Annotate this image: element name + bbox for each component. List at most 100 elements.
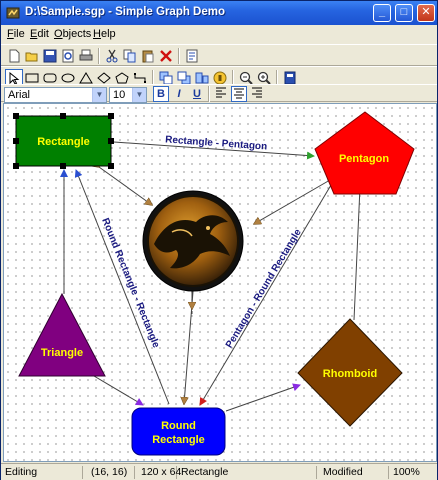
link-rectangle-image[interactable] <box>99 167 152 205</box>
toolbar-separator <box>178 48 180 64</box>
menu-objects[interactable]: Objects <box>54 28 91 40</box>
cut-button[interactable] <box>103 47 121 65</box>
link-connector-icon <box>134 73 146 83</box>
node-rhomboid[interactable]: Rhomboid <box>297 318 403 427</box>
italic-icon: I <box>177 88 181 100</box>
pentagon-shape-icon <box>115 72 129 84</box>
maximize-button[interactable]: □ <box>395 4 413 22</box>
new-file-icon <box>9 49 20 63</box>
save-button[interactable] <box>41 47 59 65</box>
minimize-icon: _ <box>378 6 386 18</box>
node-pentagon-label: Pentagon <box>339 153 389 165</box>
title-bar[interactable]: D:\Sample.sgp - Simple Graph Demo _ □ ✕ <box>1 1 437 25</box>
app-window: D:\Sample.sgp - Simple Graph Demo _ □ ✕ … <box>0 0 438 480</box>
chevron-down-icon[interactable]: ▼ <box>92 88 106 102</box>
standard-toolbar <box>1 44 437 66</box>
print-preview-icon <box>62 49 74 63</box>
status-shape: Rectangle <box>177 466 317 479</box>
copy-icon <box>123 49 136 63</box>
node-image[interactable] <box>142 190 244 292</box>
link-triangle-roundrect[interactable] <box>93 375 144 406</box>
triangle-shape-icon <box>79 72 93 84</box>
node-rhomboid-label: Rhomboid <box>323 368 377 380</box>
properties-icon <box>186 49 198 63</box>
status-mode: Editing <box>1 466 83 479</box>
scissors-icon <box>106 49 118 63</box>
font-name-value: Arial <box>8 89 31 101</box>
toolbar-separator <box>208 86 210 102</box>
bring-front-icon <box>159 71 173 85</box>
send-back-icon <box>177 71 191 85</box>
font-size-value: 10 <box>113 89 126 101</box>
node-triangle-label: Triangle <box>41 347 83 359</box>
align-left-icon <box>216 87 226 98</box>
align-icon <box>195 72 209 84</box>
zoom-out-icon <box>239 71 253 85</box>
app-icon <box>6 7 20 19</box>
toolbar-separator <box>98 48 100 64</box>
status-position: (16, 16) <box>87 466 135 479</box>
status-bar: Editing (16, 16) 120 x 64 Rectangle Modi… <box>1 463 437 480</box>
node-triangle[interactable]: Triangle <box>18 292 106 377</box>
paste-button[interactable] <box>139 47 157 65</box>
italic-button[interactable]: I <box>171 86 187 102</box>
font-name-select[interactable]: Arial ▼ <box>4 87 107 103</box>
ellipse-shape-icon <box>61 73 75 83</box>
copy-button[interactable] <box>121 47 139 65</box>
delete-button[interactable] <box>157 47 175 65</box>
bold-button[interactable]: B <box>153 86 169 102</box>
close-icon: ✕ <box>421 6 431 18</box>
rectangle-shape-icon <box>25 73 39 83</box>
node-rectangle[interactable]: Rectangle <box>13 113 114 169</box>
paste-icon <box>142 50 154 63</box>
underline-button[interactable]: U <box>189 86 205 102</box>
close-button[interactable]: ✕ <box>417 4 435 22</box>
link-rhomboid-pentagon[interactable] <box>353 186 364 321</box>
status-state: Modified <box>319 466 389 479</box>
node-round-rectangle-label-1: Round <box>161 420 196 432</box>
menu-bar: File Edit Objects Help <box>1 25 437 44</box>
link-label-rect-pentagon: Rectangle - Pentagon <box>165 134 268 152</box>
save-icon <box>43 49 57 63</box>
menu-edit[interactable]: Edit <box>30 28 49 40</box>
node-pentagon[interactable]: Pentagon <box>314 111 415 195</box>
help-book-icon <box>284 71 296 85</box>
format-toolbar: Arial ▼ 10 ▼ B I U <box>1 84 437 103</box>
delete-icon <box>160 50 172 62</box>
chevron-down-icon[interactable]: ▼ <box>132 88 146 102</box>
printer-icon <box>79 49 93 61</box>
zoom-in-icon <box>257 71 271 85</box>
pointer-icon <box>9 72 20 84</box>
link-roundrect-rhomboid[interactable] <box>225 383 301 412</box>
menu-help[interactable]: Help <box>93 28 116 40</box>
align-right-icon <box>252 87 262 98</box>
align-center-icon <box>234 88 244 99</box>
maximize-icon: □ <box>400 6 408 18</box>
node-rectangle-label: Rectangle <box>37 136 90 148</box>
node-round-rectangle[interactable]: Round Rectangle <box>131 407 226 456</box>
open-folder-icon <box>25 52 38 62</box>
lock-icon <box>213 71 227 85</box>
open-button[interactable] <box>23 47 41 65</box>
align-left-button[interactable] <box>213 86 229 102</box>
underline-icon: U <box>193 88 201 100</box>
font-size-select[interactable]: 10 ▼ <box>109 87 147 103</box>
node-round-rectangle-label-2: Rectangle <box>152 434 205 446</box>
rhombus-shape-icon <box>97 72 111 84</box>
link-pentagon-image[interactable] <box>254 180 330 224</box>
properties-button[interactable] <box>183 47 201 65</box>
status-size: 120 x 64 <box>137 466 181 479</box>
align-right-button[interactable] <box>249 86 265 102</box>
new-button[interactable] <box>5 47 23 65</box>
minimize-button[interactable]: _ <box>373 4 391 22</box>
print-button[interactable] <box>77 47 95 65</box>
menu-file[interactable]: File <box>7 28 25 40</box>
print-preview-button[interactable] <box>59 47 77 65</box>
bold-icon: B <box>157 88 165 100</box>
emblem-eye <box>206 226 210 230</box>
window-title: D:\Sample.sgp - Simple Graph Demo <box>25 6 226 18</box>
align-center-button[interactable] <box>231 86 247 102</box>
round-rectangle-shape-icon <box>43 73 57 83</box>
status-zoom: 100% <box>393 466 420 478</box>
diagram-canvas[interactable]: Rectangle Pentagon Triangle Round Rectan… <box>3 103 437 462</box>
